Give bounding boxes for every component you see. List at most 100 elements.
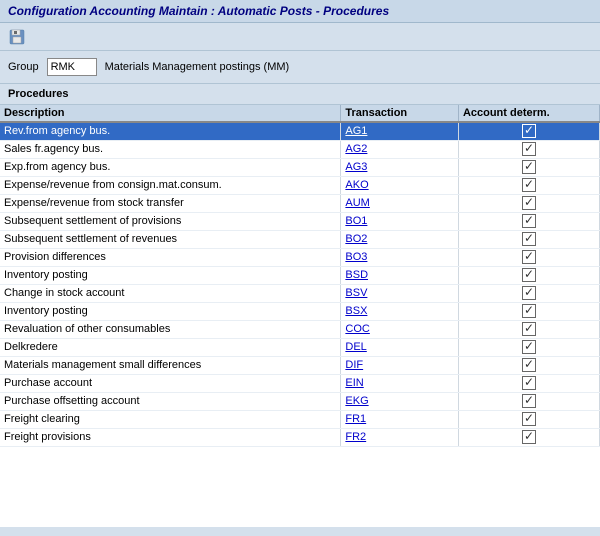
account-determ-checkbox[interactable] <box>522 340 536 354</box>
cell-transaction[interactable]: BO2 <box>341 230 459 248</box>
transaction-link[interactable]: BSX <box>345 305 367 317</box>
transaction-link[interactable]: BO2 <box>345 233 367 245</box>
cell-account-determ[interactable] <box>458 410 599 428</box>
cell-account-determ[interactable] <box>458 230 599 248</box>
cell-transaction[interactable]: EIN <box>341 374 459 392</box>
cell-transaction[interactable]: AKO <box>341 176 459 194</box>
cell-transaction[interactable]: DIF <box>341 356 459 374</box>
transaction-link[interactable]: AUM <box>345 197 369 209</box>
cell-transaction[interactable]: AG3 <box>341 158 459 176</box>
table-row[interactable]: Purchase account EIN <box>0 374 600 392</box>
group-label: Group <box>8 61 39 73</box>
table-container: Description Transaction Account determ. … <box>0 105 600 527</box>
table-row[interactable]: Inventory postingBSX <box>0 302 600 320</box>
group-input[interactable] <box>47 58 97 76</box>
cell-account-determ[interactable] <box>458 374 599 392</box>
transaction-link[interactable]: EIN <box>345 377 363 389</box>
transaction-link[interactable]: BSD <box>345 269 368 281</box>
cell-account-determ[interactable] <box>458 266 599 284</box>
transaction-link[interactable]: AKO <box>345 179 368 191</box>
account-determ-checkbox[interactable] <box>522 178 536 192</box>
cell-transaction[interactable]: BSX <box>341 302 459 320</box>
table-row[interactable]: Subsequent settlement of provisionsBO1 <box>0 212 600 230</box>
table-row[interactable]: Inventory postingBSD <box>0 266 600 284</box>
account-determ-checkbox[interactable] <box>522 124 536 138</box>
cell-account-determ[interactable] <box>458 428 599 446</box>
table-row[interactable]: Change in stock account BSV <box>0 284 600 302</box>
cell-account-determ[interactable] <box>458 212 599 230</box>
save-icon[interactable] <box>8 28 26 46</box>
cell-account-determ[interactable] <box>458 158 599 176</box>
table-row[interactable]: Rev.from agency bus.AG1 <box>0 122 600 140</box>
cell-account-determ[interactable] <box>458 302 599 320</box>
transaction-link[interactable]: DEL <box>345 341 366 353</box>
table-row[interactable]: Sales fr.agency bus.AG2 <box>0 140 600 158</box>
table-row[interactable]: Expense/revenue from consign.mat.consum.… <box>0 176 600 194</box>
cell-transaction[interactable]: BO3 <box>341 248 459 266</box>
table-row[interactable]: Subsequent settlement of revenuesBO2 <box>0 230 600 248</box>
procedures-table: Description Transaction Account determ. … <box>0 105 600 447</box>
cell-account-determ[interactable] <box>458 140 599 158</box>
table-row[interactable]: Provision differencesBO3 <box>0 248 600 266</box>
transaction-link[interactable]: AG3 <box>345 161 367 173</box>
transaction-link[interactable]: BO1 <box>345 215 367 227</box>
account-determ-checkbox[interactable] <box>522 412 536 426</box>
account-determ-checkbox[interactable] <box>522 394 536 408</box>
cell-transaction[interactable]: BSD <box>341 266 459 284</box>
cell-account-determ[interactable] <box>458 248 599 266</box>
table-row[interactable]: Expense/revenue from stock transferAUM <box>0 194 600 212</box>
cell-account-determ[interactable] <box>458 338 599 356</box>
account-determ-checkbox[interactable] <box>522 232 536 246</box>
cell-transaction[interactable]: DEL <box>341 338 459 356</box>
transaction-link[interactable]: FR1 <box>345 413 366 425</box>
cell-transaction[interactable]: EKG <box>341 392 459 410</box>
cell-account-determ[interactable] <box>458 392 599 410</box>
transaction-link[interactable]: FR2 <box>345 431 366 443</box>
cell-description: Purchase account <box>0 374 341 392</box>
account-determ-checkbox[interactable] <box>522 286 536 300</box>
account-determ-checkbox[interactable] <box>522 430 536 444</box>
cell-transaction[interactable]: AG1 <box>341 122 459 140</box>
cell-transaction[interactable]: BO1 <box>341 212 459 230</box>
account-determ-checkbox[interactable] <box>522 160 536 174</box>
cell-description: Change in stock account <box>0 284 341 302</box>
account-determ-checkbox[interactable] <box>522 304 536 318</box>
account-determ-checkbox[interactable] <box>522 322 536 336</box>
transaction-link[interactable]: BSV <box>345 287 367 299</box>
table-row[interactable]: Freight provisionsFR2 <box>0 428 600 446</box>
cell-transaction[interactable]: FR1 <box>341 410 459 428</box>
cell-description: Purchase offsetting account <box>0 392 341 410</box>
table-row[interactable]: Revaluation of other consumablesCOC <box>0 320 600 338</box>
account-determ-checkbox[interactable] <box>522 214 536 228</box>
cell-transaction[interactable]: AUM <box>341 194 459 212</box>
table-row[interactable]: Delkredere DEL <box>0 338 600 356</box>
cell-transaction[interactable]: FR2 <box>341 428 459 446</box>
account-determ-checkbox[interactable] <box>522 142 536 156</box>
col-header-account-determ: Account determ. <box>458 105 599 122</box>
table-row[interactable]: Exp.from agency bus.AG3 <box>0 158 600 176</box>
table-row[interactable]: Purchase offsetting account EKG <box>0 392 600 410</box>
account-determ-checkbox[interactable] <box>522 250 536 264</box>
transaction-link[interactable]: BO3 <box>345 251 367 263</box>
cell-account-determ[interactable] <box>458 194 599 212</box>
table-row[interactable]: Materials management small differencesDI… <box>0 356 600 374</box>
cell-description: Delkredere <box>0 338 341 356</box>
transaction-link[interactable]: COC <box>345 323 369 335</box>
account-determ-checkbox[interactable] <box>522 358 536 372</box>
cell-transaction[interactable]: AG2 <box>341 140 459 158</box>
cell-account-determ[interactable] <box>458 122 599 140</box>
cell-account-determ[interactable] <box>458 320 599 338</box>
cell-transaction[interactable]: COC <box>341 320 459 338</box>
table-row[interactable]: Freight clearingFR1 <box>0 410 600 428</box>
transaction-link[interactable]: EKG <box>345 395 368 407</box>
transaction-link[interactable]: AG2 <box>345 143 367 155</box>
cell-account-determ[interactable] <box>458 284 599 302</box>
account-determ-checkbox[interactable] <box>522 268 536 282</box>
cell-transaction[interactable]: BSV <box>341 284 459 302</box>
cell-account-determ[interactable] <box>458 176 599 194</box>
account-determ-checkbox[interactable] <box>522 376 536 390</box>
account-determ-checkbox[interactable] <box>522 196 536 210</box>
transaction-link[interactable]: AG1 <box>345 125 367 137</box>
transaction-link[interactable]: DIF <box>345 359 363 371</box>
cell-account-determ[interactable] <box>458 356 599 374</box>
